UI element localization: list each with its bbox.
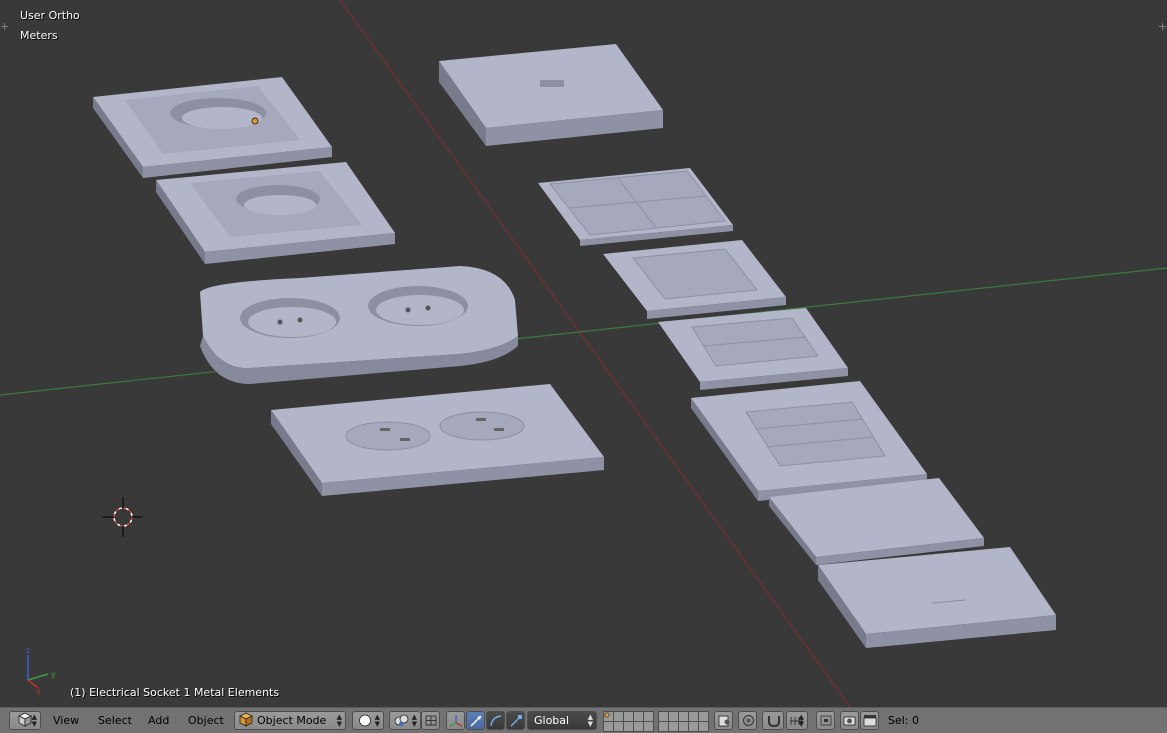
switch-plate-triple (691, 381, 927, 501)
translate-icon (470, 715, 482, 727)
updown-arrows-icon: ▲ ▼ (31, 713, 37, 728)
selection-count: Sel: 0 (888, 714, 920, 727)
editor-type-button[interactable]: ▲ ▼ (9, 711, 41, 730)
svg-text:x: x (36, 687, 41, 696)
orientation-label: Global (534, 714, 570, 727)
menu-select[interactable]: Select (98, 714, 132, 727)
grid-select-icon (425, 715, 437, 726)
transform-orientation-select[interactable]: Global ▲ ▼ (527, 711, 597, 730)
snap-target-icon (820, 715, 832, 726)
updown-arrows-icon: ▲ ▼ (587, 713, 593, 728)
snap-element-button[interactable]: ▲ ▼ (786, 711, 808, 730)
scale-manipulator[interactable] (506, 711, 525, 730)
region-split-icon[interactable]: + (0, 21, 9, 32)
active-object-label: (1) Electrical Socket 1 Metal Elements (70, 686, 280, 699)
switch-plate-4gang (538, 168, 733, 246)
3d-viewport[interactable]: z y x User Ortho Meters (1) Electrical S… (0, 0, 1167, 707)
manipulator-icon (449, 715, 463, 727)
scale-icon (510, 715, 522, 727)
manipulator-toggle[interactable] (446, 711, 465, 730)
clapperboard-icon (863, 715, 877, 727)
rotate-icon (490, 715, 502, 727)
y-axis-line (0, 267, 1167, 396)
view-name-label: User Ortho (20, 9, 80, 22)
snap-target-button[interactable] (816, 711, 835, 730)
layers-group-1[interactable] (603, 711, 654, 732)
3d-view-header: ▲ ▼ View Select Add Object Object Mode ▲ ▼… (0, 707, 1167, 733)
region-split-icon[interactable]: + (1158, 21, 1167, 32)
proportional-edit-icon (743, 715, 754, 726)
switch-plate-flat-2 (818, 547, 1056, 648)
layer-lock-icon (718, 715, 730, 727)
updown-arrows-icon: ▲ ▼ (374, 713, 380, 728)
menu-object[interactable]: Object (188, 714, 224, 727)
menu-view[interactable]: View (53, 714, 79, 727)
viewport-shading-button[interactable]: ▲ ▼ (352, 711, 384, 730)
mode-label: Object Mode (257, 714, 327, 727)
mode-select[interactable]: Object Mode ▲ ▼ (234, 711, 346, 730)
svg-text:y: y (51, 670, 56, 679)
translate-manipulator[interactable] (466, 711, 485, 730)
updown-arrows-icon: ▲ ▼ (411, 713, 417, 728)
pivot-point-button[interactable]: ▲ ▼ (389, 711, 421, 730)
render-animation-button[interactable] (860, 711, 879, 730)
camera-icon (843, 716, 856, 726)
socket-plate-2 (156, 162, 395, 264)
lock-camera-button[interactable] (714, 711, 733, 730)
sphere-solid-icon (359, 714, 371, 727)
rotate-manipulator[interactable] (486, 711, 505, 730)
occlude-geometry-button[interactable] (421, 711, 440, 730)
proportional-edit-button[interactable] (738, 711, 757, 730)
menu-add[interactable]: Add (148, 714, 169, 727)
updown-arrows-icon: ▲ ▼ (336, 713, 342, 728)
3d-cursor[interactable] (103, 497, 143, 537)
snap-toggle-button[interactable] (762, 711, 784, 730)
socket-plate-double (200, 266, 518, 384)
axis-gizmo: z y x (26, 646, 56, 696)
render-still-button[interactable] (840, 711, 859, 730)
layers-group-2[interactable] (658, 711, 709, 732)
socket-plate-1 (93, 77, 332, 178)
magnet-icon (768, 716, 780, 728)
scene-canvas[interactable]: z y x (0, 0, 1167, 707)
svg-text:z: z (26, 646, 30, 655)
socket-models (93, 44, 1056, 648)
pivot-point-icon (394, 714, 409, 726)
switch-plate-single (603, 240, 786, 319)
active-layer-marker-icon (604, 712, 610, 718)
switch-plate-blank (439, 44, 663, 146)
switch-plate-double (658, 308, 848, 390)
object-mode-icon (239, 712, 253, 727)
units-label: Meters (20, 29, 58, 42)
updown-arrows-icon: ▲ ▼ (798, 713, 804, 728)
socket-plate-duplex (271, 384, 604, 496)
